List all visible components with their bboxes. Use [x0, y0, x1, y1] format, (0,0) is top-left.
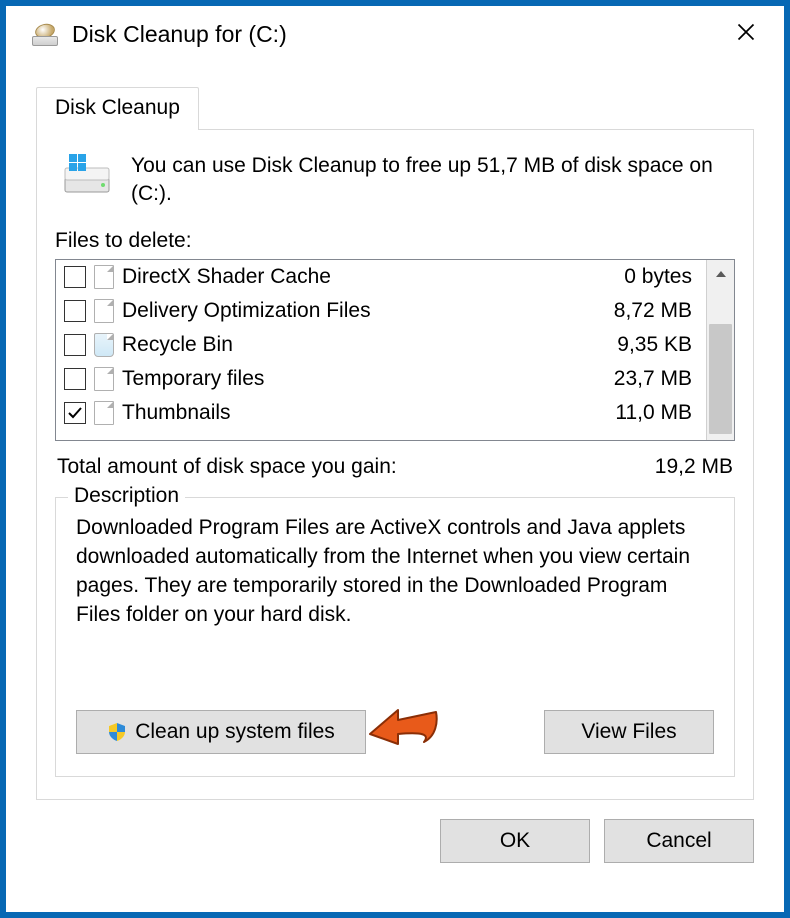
file-icon	[94, 299, 114, 323]
scrollbar[interactable]	[706, 260, 734, 440]
checkbox[interactable]	[64, 300, 86, 322]
total-value: 19,2 MB	[655, 455, 733, 479]
file-list: DirectX Shader Cache0 bytesDelivery Opti…	[55, 259, 735, 441]
clean-system-files-label: Clean up system files	[135, 720, 335, 744]
close-button[interactable]	[726, 16, 766, 53]
description-text: Downloaded Program Files are ActiveX con…	[76, 514, 714, 630]
scroll-track[interactable]	[707, 288, 734, 412]
intro-row: You can use Disk Cleanup to free up 51,7…	[55, 148, 735, 213]
total-label: Total amount of disk space you gain:	[57, 455, 397, 479]
files-to-delete-label: Files to delete:	[55, 229, 735, 253]
ok-button[interactable]: OK	[440, 819, 590, 863]
shield-icon	[107, 722, 127, 742]
dialog-frame: Disk Cleanup for (C:) Disk Cleanup	[0, 0, 790, 918]
file-row[interactable]: Thumbnails11,0 MB	[56, 396, 706, 430]
view-files-label: View Files	[581, 720, 676, 744]
description-group: Description Downloaded Program Files are…	[55, 497, 735, 777]
description-label: Description	[68, 484, 185, 508]
file-row[interactable]: Temporary files23,7 MB	[56, 362, 706, 396]
file-row[interactable]: Delivery Optimization Files8,72 MB	[56, 294, 706, 328]
scroll-up-button[interactable]	[707, 260, 734, 288]
file-size: 8,72 MB	[588, 299, 698, 323]
drive-windows-icon	[61, 152, 113, 196]
cancel-label: Cancel	[646, 829, 711, 853]
file-size: 23,7 MB	[588, 367, 698, 391]
view-files-button[interactable]: View Files	[544, 710, 714, 754]
file-name: Temporary files	[122, 367, 588, 391]
title-bar: Disk Cleanup for (C:)	[6, 6, 784, 59]
window-title: Disk Cleanup for (C:)	[72, 21, 726, 48]
file-row[interactable]: Recycle Bin9,35 KB	[56, 328, 706, 362]
total-row: Total amount of disk space you gain: 19,…	[57, 455, 733, 479]
file-name: Recycle Bin	[122, 333, 588, 357]
file-icon	[94, 265, 114, 289]
tab-panel: You can use Disk Cleanup to free up 51,7…	[36, 129, 754, 800]
tab-disk-cleanup[interactable]: Disk Cleanup	[36, 87, 199, 130]
checkbox[interactable]	[64, 368, 86, 390]
file-name: Delivery Optimization Files	[122, 299, 588, 323]
intro-text: You can use Disk Cleanup to free up 51,7…	[131, 152, 729, 209]
checkbox[interactable]	[64, 266, 86, 288]
file-size: 11,0 MB	[588, 401, 698, 425]
scroll-thumb[interactable]	[709, 324, 732, 434]
file-size: 0 bytes	[588, 265, 698, 289]
drive-icon	[32, 24, 60, 46]
file-icon	[94, 367, 114, 391]
checkbox[interactable]	[64, 334, 86, 356]
file-icon	[94, 401, 114, 425]
file-size: 9,35 KB	[588, 333, 698, 357]
tab-strip: Disk Cleanup	[6, 87, 784, 130]
dialog-button-row: OK Cancel	[6, 801, 784, 863]
file-name: DirectX Shader Cache	[122, 265, 588, 289]
ok-label: OK	[500, 829, 530, 853]
recycle-bin-icon	[94, 333, 114, 357]
file-name: Thumbnails	[122, 401, 588, 425]
clean-system-files-button[interactable]: Clean up system files	[76, 710, 366, 754]
checkbox[interactable]	[64, 402, 86, 424]
disk-cleanup-dialog: Disk Cleanup for (C:) Disk Cleanup	[6, 6, 784, 863]
cancel-button[interactable]: Cancel	[604, 819, 754, 863]
file-row[interactable]: DirectX Shader Cache0 bytes	[56, 260, 706, 294]
